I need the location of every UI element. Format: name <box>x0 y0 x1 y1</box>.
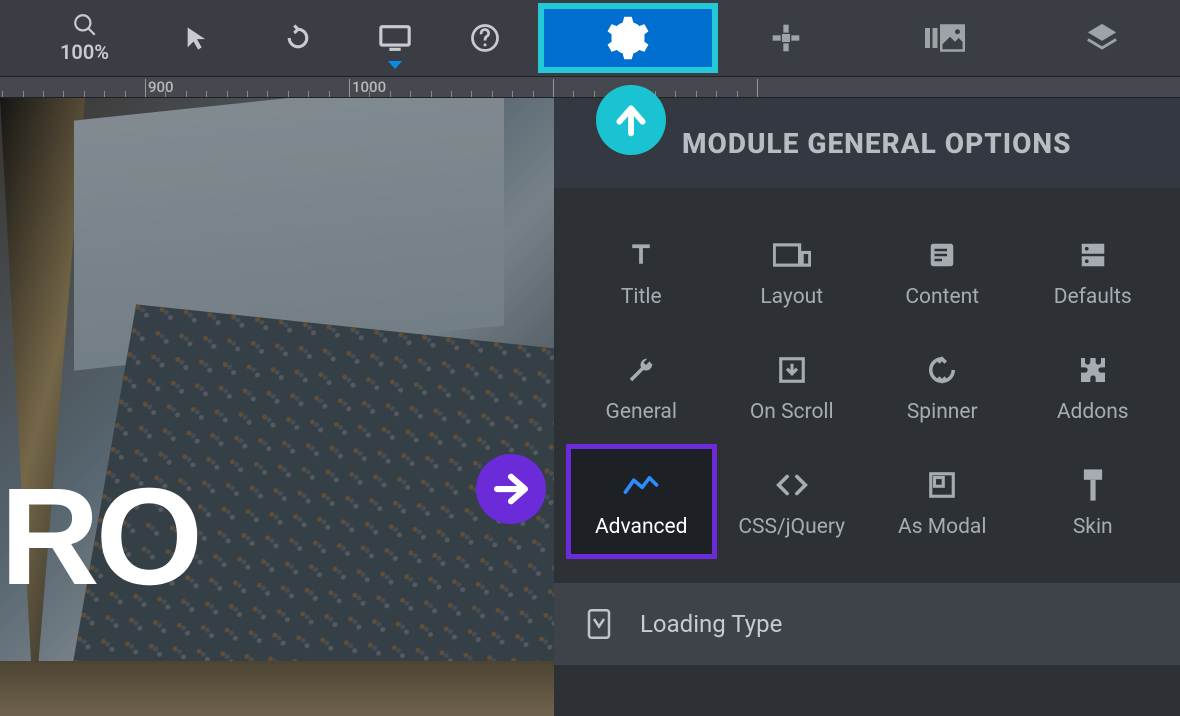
down-box-icon <box>777 350 807 390</box>
chevron-down-icon <box>388 61 402 69</box>
layers-tool[interactable] <box>1085 21 1119 55</box>
option-label: On Scroll <box>750 400 834 424</box>
loading-icon <box>586 609 612 639</box>
spinner-icon <box>927 350 957 390</box>
option-label: Title <box>621 285 662 309</box>
panel-title: MODULE GENERAL OPTIONS <box>682 127 1072 160</box>
wrench-icon <box>626 350 656 390</box>
option-title[interactable]: Title <box>566 214 717 329</box>
viewport-tool[interactable] <box>378 23 412 53</box>
undo-icon <box>283 23 313 53</box>
display-icon <box>378 23 412 53</box>
main-area: RO MODULE GENERAL OPTIONS Title Layout Con… <box>0 98 1180 716</box>
ruler-mark-1000: 1000 <box>352 78 386 96</box>
option-general[interactable]: General <box>566 329 717 444</box>
zoom-tool[interactable]: 100% <box>60 12 109 64</box>
option-label: Skin <box>1073 515 1113 539</box>
ruler-mark-900: 900 <box>148 78 174 96</box>
option-as-modal[interactable]: As Modal <box>867 444 1018 559</box>
option-label: Addons <box>1057 400 1129 424</box>
option-spinner[interactable]: Spinner <box>867 329 1018 444</box>
arrow-right-icon <box>490 468 532 510</box>
help-icon <box>470 23 500 53</box>
settings-tool-active[interactable] <box>538 3 718 73</box>
top-toolbar: 100% <box>0 0 1180 76</box>
ruler: 900 1000 <box>0 76 1180 98</box>
option-skin[interactable]: Skin <box>1018 444 1169 559</box>
option-label: Layout <box>760 285 823 309</box>
defaults-icon <box>1078 235 1108 275</box>
loading-type-section[interactable]: Loading Type <box>554 583 1180 665</box>
option-on-scroll[interactable]: On Scroll <box>717 329 868 444</box>
option-defaults[interactable]: Defaults <box>1018 214 1169 329</box>
puzzle-icon <box>1077 350 1109 390</box>
layout-icon <box>773 235 811 275</box>
option-label: As Modal <box>898 515 986 539</box>
canvas-preview[interactable]: RO <box>0 98 554 716</box>
undo-button[interactable] <box>283 23 313 53</box>
modal-icon <box>927 465 957 505</box>
content-icon <box>927 235 957 275</box>
option-label: CSS/jQuery <box>738 515 845 539</box>
code-icon <box>775 465 809 505</box>
selection-tool[interactable] <box>183 24 211 52</box>
options-grid: Title Layout Content Defaults General On Scro… <box>554 188 1180 577</box>
arrow-up-icon <box>611 100 651 140</box>
option-content[interactable]: Content <box>867 214 1018 329</box>
options-panel: MODULE GENERAL OPTIONS Title Layout Conten… <box>554 98 1180 716</box>
zoom-level-label: 100% <box>60 40 109 64</box>
option-label: Advanced <box>595 515 688 539</box>
annotation-arrow-up <box>596 85 666 155</box>
chart-icon <box>623 465 659 505</box>
option-label: Content <box>905 285 979 309</box>
canvas-overlay-text: RO <box>0 468 199 606</box>
cursor-icon <box>183 24 211 52</box>
option-label: Spinner <box>907 400 978 424</box>
image-gallery-icon <box>925 23 965 53</box>
option-addons[interactable]: Addons <box>1018 329 1169 444</box>
layers-icon <box>1085 21 1119 55</box>
text-icon <box>626 235 656 275</box>
loading-type-label: Loading Type <box>640 610 782 638</box>
option-label: Defaults <box>1054 285 1132 309</box>
gear-icon <box>606 16 650 60</box>
skin-icon <box>1080 465 1106 505</box>
canvas-overlay <box>0 98 554 716</box>
move-tool[interactable] <box>770 22 802 54</box>
search-icon <box>72 12 98 38</box>
dpad-icon <box>770 22 802 54</box>
option-layout[interactable]: Layout <box>717 214 868 329</box>
annotation-arrow-right <box>476 454 546 524</box>
help-button[interactable] <box>470 23 500 53</box>
option-label: General <box>606 400 677 424</box>
option-advanced[interactable]: Advanced <box>566 444 717 559</box>
option-css-jquery[interactable]: CSS/jQuery <box>717 444 868 559</box>
slide-gallery-tool[interactable] <box>925 23 965 53</box>
